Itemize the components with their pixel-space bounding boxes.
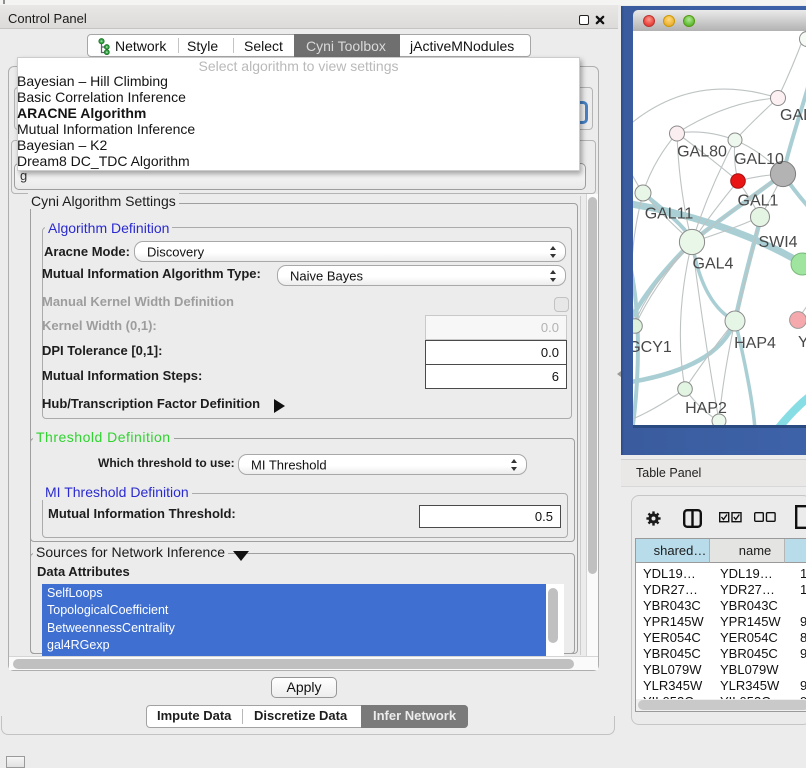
svg-text:SWI4: SWI4 <box>758 234 797 251</box>
svg-text:GAL2: GAL2 <box>780 107 806 124</box>
svg-text:HAP2: HAP2 <box>685 400 727 417</box>
svg-text:GCY1: GCY1 <box>633 339 672 356</box>
svg-text:YM: YM <box>798 334 806 351</box>
svg-text:GAL80: GAL80 <box>677 144 727 161</box>
svg-text:GAL11: GAL11 <box>645 206 694 223</box>
svg-text:GAL10: GAL10 <box>734 151 784 168</box>
svg-text:HAP4: HAP4 <box>734 335 776 352</box>
svg-text:GAL4: GAL4 <box>693 256 734 273</box>
svg-text:GAL1: GAL1 <box>738 193 779 210</box>
